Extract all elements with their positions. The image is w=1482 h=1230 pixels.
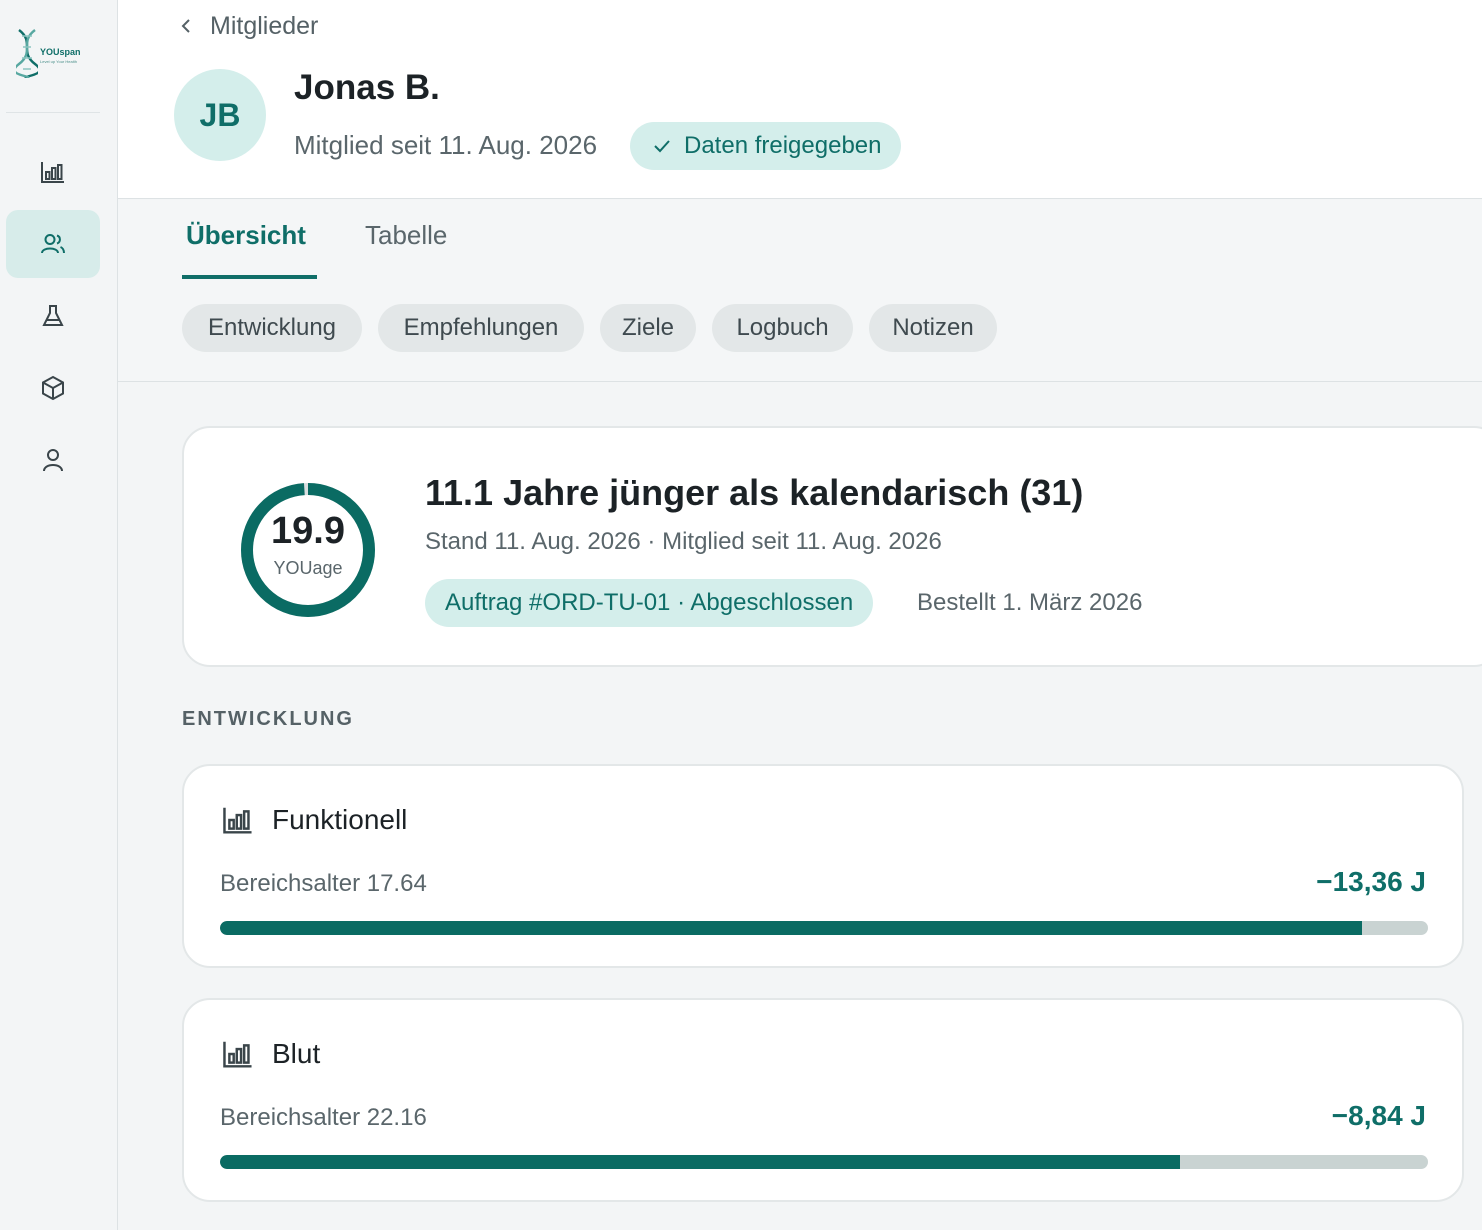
metric-title: Funktionell [272, 804, 408, 835]
back-link[interactable]: Mitglieder [178, 10, 318, 42]
youage-card: 19.9 YOUage 11.1 Jahre jünger als kalend… [182, 426, 1482, 667]
chip-entwicklung[interactable]: Entwicklung [182, 304, 362, 352]
metric-progress-track [220, 1155, 1428, 1169]
user-icon [43, 449, 63, 472]
order-date: Bestellt 1. März 2026 [917, 589, 1143, 616]
sidebar-item-members[interactable] [6, 210, 100, 278]
metric-area-age: Bereichsalter 17.64 [220, 870, 427, 897]
order-status-pill[interactable]: Auftrag #ORD-TU-01 · Abgeschlossen [425, 579, 874, 627]
box-icon [42, 375, 64, 401]
member-name: Jonas B. [294, 68, 440, 107]
avatar: JB [174, 69, 266, 161]
metric-card-funktionell[interactable]: Funktionell Bereichsalter 17.64 −13,36 J [182, 764, 1464, 968]
bar-chart-icon [223, 807, 252, 834]
bar-chart-icon [223, 1041, 252, 1068]
member-since: Mitglied seit 11. Aug. 2026 [294, 130, 598, 160]
youage-headline: 11.1 Jahre jünger als kalendarisch (31) [425, 472, 1084, 513]
section-title-entwicklung: ENTWICKLUNG [182, 708, 354, 730]
metric-delta: −13,36 J [1316, 866, 1426, 897]
tab-table[interactable]: Tabelle [365, 220, 447, 278]
sidebar-item-profile[interactable] [6, 426, 100, 494]
chip-logbuch[interactable]: Logbuch [712, 304, 853, 352]
sidebar-item-analytics[interactable] [6, 138, 100, 206]
logo[interactable]: YOUspan Level up Your Health [16, 20, 88, 86]
metric-delta: −8,84 J [1331, 1100, 1426, 1131]
chip-notizen[interactable]: Notizen [869, 304, 997, 352]
metric-title: Blut [272, 1038, 321, 1069]
tabs-area: Übersicht Tabelle Entwicklung Empfehlung… [118, 200, 1482, 382]
chip-ziele[interactable]: Ziele [600, 304, 696, 352]
data-shared-label: Daten freigegeben [684, 132, 882, 159]
metric-card-blut[interactable]: Blut Bereichsalter 22.16 −8,84 J [182, 998, 1464, 1202]
logo-tagline: Level up Your Health [40, 58, 77, 64]
data-shared-badge: Daten freigegeben [630, 122, 902, 170]
youage-label: YOUage [273, 558, 343, 578]
back-label: Mitglieder [210, 11, 319, 40]
member-header: Mitglieder JB Jonas B. Mitglied seit 11.… [118, 0, 1482, 199]
tab-active-indicator [182, 275, 317, 279]
bar-chart-icon [41, 162, 64, 183]
logo-brand: YOUspan [40, 46, 81, 57]
sidebar-item-lab[interactable] [6, 282, 100, 350]
youage-value: 19.9 [271, 510, 345, 552]
chip-empfehlungen[interactable]: Empfehlungen [378, 304, 584, 352]
chevron-left-icon [181, 19, 190, 33]
check-icon [654, 140, 670, 153]
sidebar-item-products[interactable] [6, 354, 100, 422]
app: YOUspan Level up Your Health Mitglieder … [0, 0, 1482, 1230]
flask-icon [42, 305, 64, 326]
users-icon [41, 234, 65, 254]
dna-logo-icon [16, 29, 38, 78]
tab-overview[interactable]: Übersicht [186, 220, 306, 278]
metric-progress-track [220, 921, 1428, 935]
metric-area-age: Bereichsalter 22.16 [220, 1104, 427, 1131]
metric-progress-fill [220, 1155, 1181, 1169]
sidebar: YOUspan Level up Your Health [0, 0, 118, 1230]
youage-subline: Stand 11. Aug. 2026 · Mitglied seit 11. … [425, 528, 942, 555]
metric-progress-fill [220, 921, 1362, 935]
sidebar-divider [6, 112, 100, 113]
